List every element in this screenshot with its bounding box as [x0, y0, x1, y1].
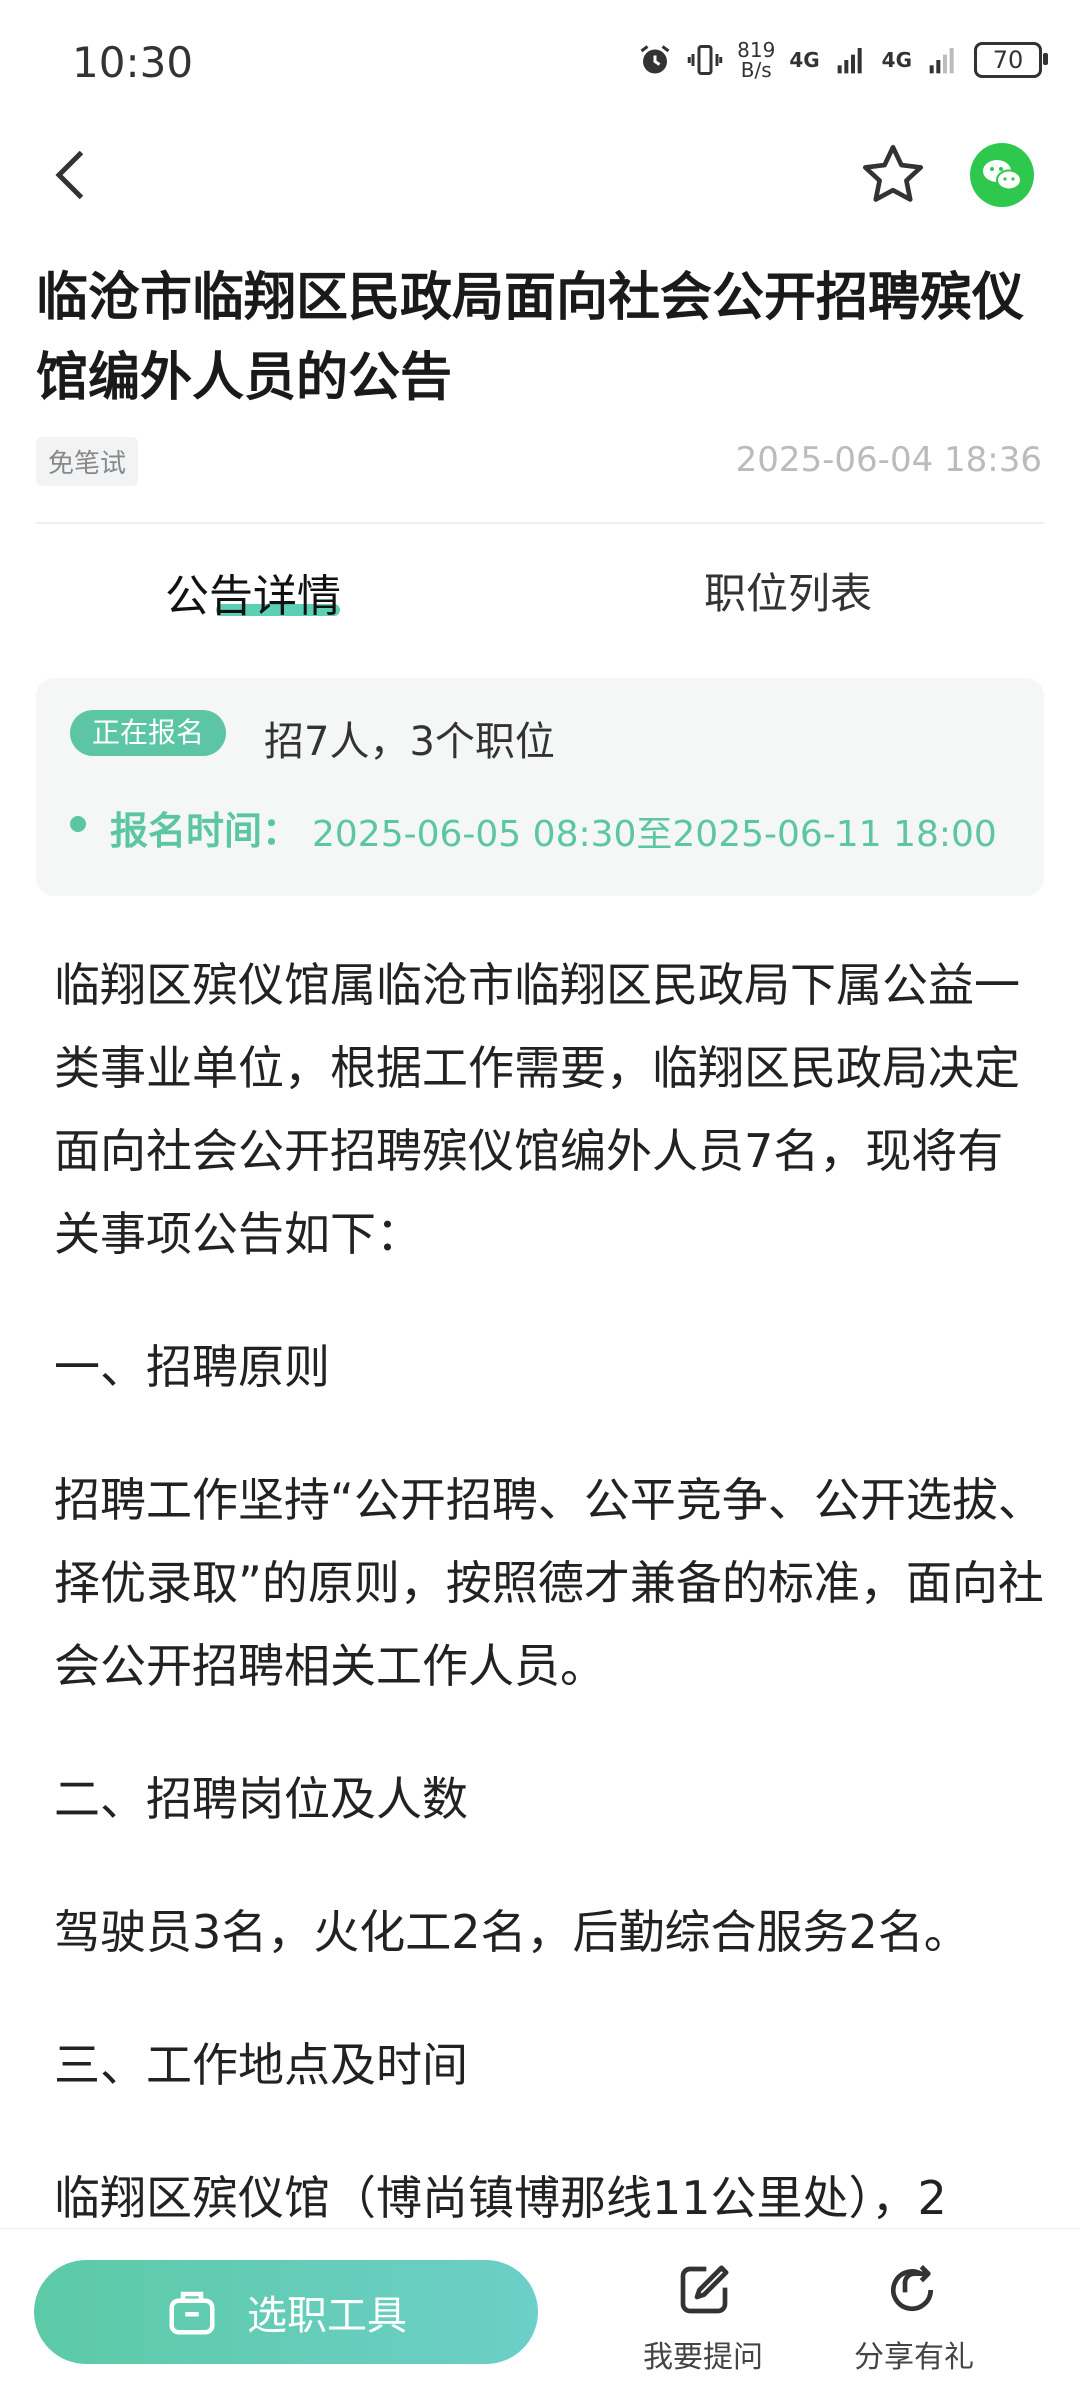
signal-icon: [929, 48, 954, 74]
content-paragraph: 招聘工作坚持“公开招聘、公平竞争、公开选拔、择优录取”的原则，按照德才兼备的标准…: [54, 1473, 1044, 1693]
share-reward-label: 分享有礼: [854, 2340, 974, 2375]
content-heading: 一、招聘原则: [54, 1340, 330, 1394]
publish-date: 2025-06-04 18:36: [735, 440, 1042, 480]
tab-announcement-details[interactable]: 公告详情: [165, 560, 341, 624]
vibrate-icon: [687, 45, 723, 75]
star-favorite-icon[interactable]: [858, 140, 928, 210]
briefcase-icon: [169, 2291, 215, 2335]
speed-unit: B/s: [740, 58, 772, 82]
content-paragraph: 临翔区殡仪馆属临沧市临翔区民政局下属公益一类事业单位，根据工作需要，临翔区民政局…: [54, 958, 1020, 1261]
speed-value: 819: [737, 38, 776, 62]
status-icons: 819 B/s 4G 4G 70: [637, 40, 1048, 80]
status-badge: 正在报名: [70, 710, 227, 756]
ask-question-label: 我要提问: [643, 2340, 763, 2375]
registration-time-label: 报名时间：: [110, 809, 301, 853]
registration-time-value: 2025-06-05 08:30至2025-06-11 18:00: [312, 814, 997, 855]
divider: [36, 522, 1044, 524]
tab-position-list[interactable]: 职位列表: [704, 560, 872, 621]
network-speed: 819 B/s: [737, 40, 775, 80]
back-arrow-icon[interactable]: [44, 145, 104, 205]
wechat-share-icon[interactable]: [970, 143, 1034, 207]
battery-level: 70: [992, 46, 1024, 74]
select-tool-label: 选职工具: [247, 2293, 407, 2339]
page-title: 临沧市临翔区民政局面向社会公开招聘殡仪馆编外人员的公告: [36, 268, 1025, 408]
edit-question-icon: [680, 2265, 729, 2314]
recruit-summary: 招7人，3个职位: [264, 719, 555, 765]
alarm-icon: [640, 45, 670, 74]
content-paragraph: 驾驶员3名，火化工2名，后勤综合服务2名。: [54, 1905, 970, 1959]
share-icon: [891, 2265, 934, 2312]
status-time: 10:30: [72, 38, 194, 87]
bullet-dot: [70, 816, 86, 832]
announcement-content: 临翔区殡仪馆属临沧市临翔区民政局下属公益一类事业单位，根据工作需要，临翔区民政局…: [54, 944, 1044, 2240]
network-type-1: 4G: [789, 48, 820, 72]
select-tool-button[interactable]: 选职工具: [34, 2260, 538, 2364]
exam-tag: 免笔试: [36, 437, 139, 486]
content-heading: 三、工作地点及时间: [54, 2038, 468, 2092]
signal-icon: [837, 48, 862, 74]
content-heading: 二、招聘岗位及人数: [54, 1772, 468, 1826]
battery-icon: 70: [974, 42, 1048, 78]
network-type-2: 4G: [881, 48, 912, 72]
